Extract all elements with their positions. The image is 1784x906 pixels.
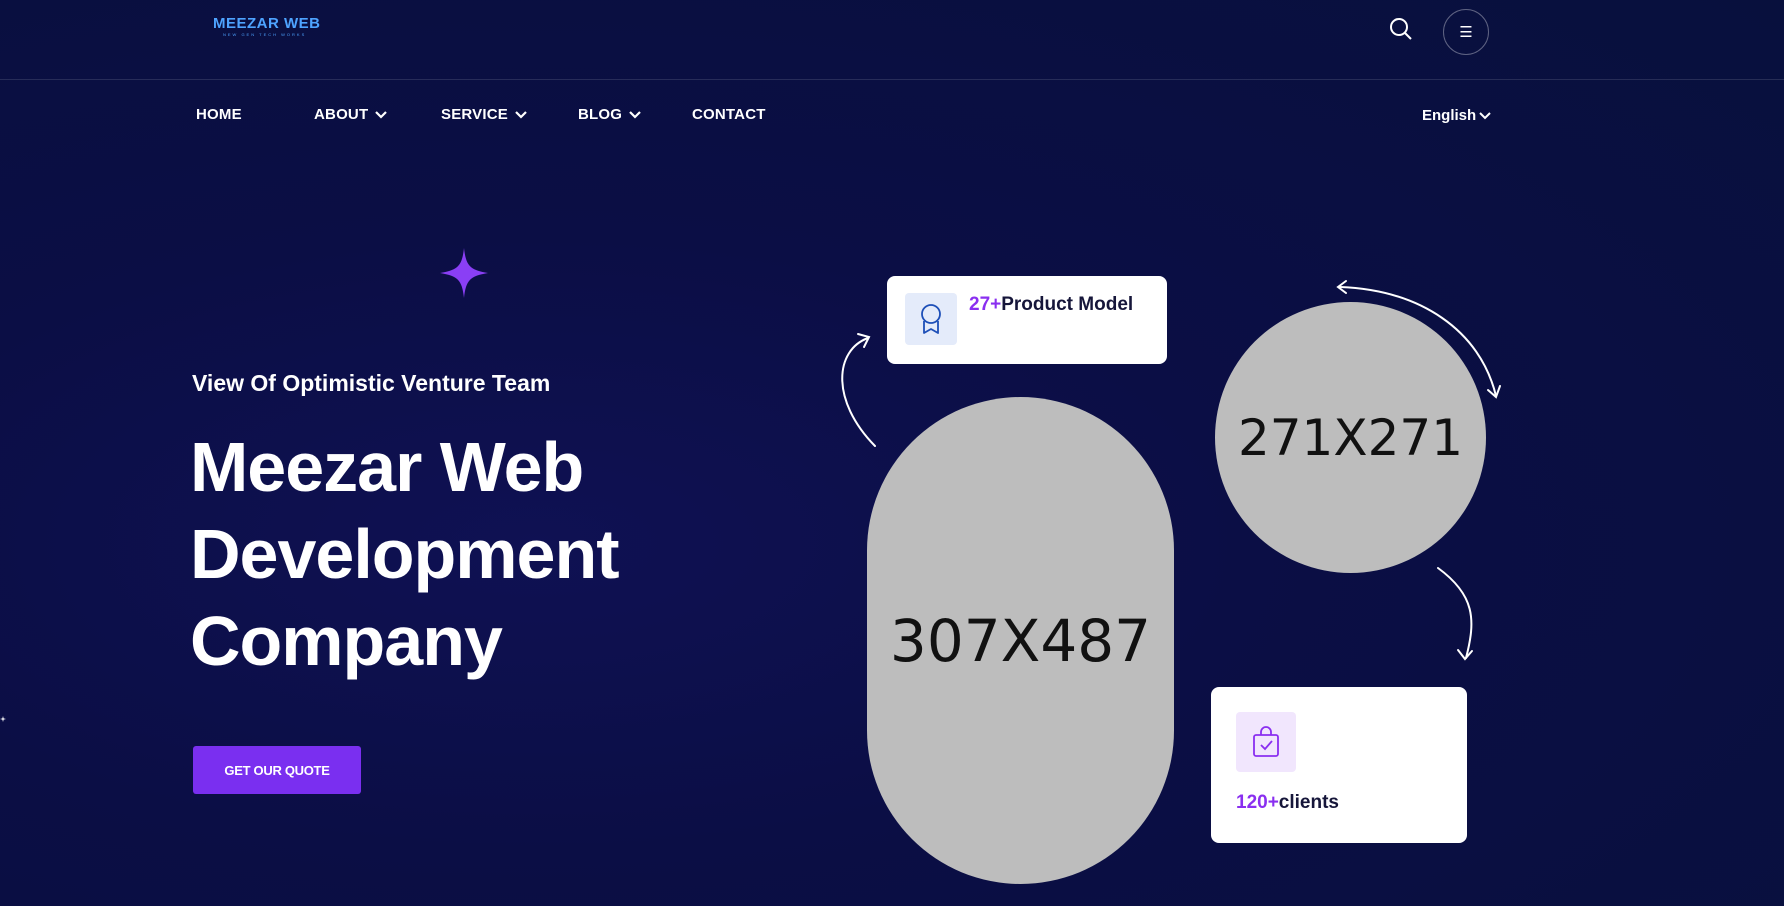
placeholder-label: 307X487 bbox=[889, 606, 1152, 675]
headline-line: Company bbox=[190, 602, 503, 680]
image-placeholder-circle: 271X271 bbox=[1215, 302, 1486, 573]
nav-label: HOME bbox=[196, 106, 242, 123]
nav-item-about[interactable]: ABOUT bbox=[314, 106, 388, 123]
clients-stat-text: 120+clients bbox=[1236, 792, 1339, 814]
nav-label: ABOUT bbox=[314, 106, 369, 123]
search-icon[interactable] bbox=[1388, 16, 1414, 42]
top-bar: MEEZAR WEB NEW GEN TECH WORKS ☰ bbox=[0, 0, 1784, 80]
arrow-head bbox=[1336, 280, 1347, 294]
hamburger-icon: ☰ bbox=[1459, 24, 1473, 41]
clients-count: 120+ bbox=[1236, 792, 1279, 813]
shopping-bag-check-icon bbox=[1236, 712, 1296, 772]
curved-arrow bbox=[1437, 567, 1473, 659]
hero-tagline: View Of Optimistic Venture Team bbox=[192, 370, 551, 396]
headline-line: Development bbox=[190, 515, 620, 593]
nav-label: SERVICE bbox=[441, 106, 508, 123]
nav-item-contact[interactable]: CONTACT bbox=[692, 106, 766, 123]
language-selector[interactable]: English bbox=[1422, 107, 1492, 124]
image-placeholder-oval: 307X487 bbox=[867, 397, 1174, 884]
product-count: 27+ bbox=[969, 294, 1002, 315]
sparkle-icon bbox=[440, 248, 488, 298]
chevron-down-icon bbox=[1479, 111, 1491, 119]
chevron-down-icon bbox=[375, 110, 388, 119]
arrow-head bbox=[857, 333, 871, 348]
product-stat-text: 27+Product Model bbox=[969, 290, 1149, 320]
arrow-head bbox=[1457, 649, 1473, 661]
product-label: Product Model bbox=[1001, 294, 1134, 315]
product-stat-card: 27+Product Model bbox=[887, 276, 1167, 364]
logo-subtext: NEW GEN TECH WORKS bbox=[223, 32, 307, 37]
award-icon bbox=[905, 293, 957, 345]
chevron-down-icon bbox=[515, 110, 527, 119]
arrow-head bbox=[1487, 385, 1501, 399]
star-icon bbox=[0, 716, 6, 722]
logo-text: MEEZAR WEB bbox=[213, 15, 321, 32]
placeholder-label: 271X271 bbox=[1237, 408, 1464, 467]
nav-label: CONTACT bbox=[692, 106, 766, 123]
chevron-down-icon bbox=[629, 110, 641, 119]
nav-label: BLOG bbox=[578, 106, 623, 123]
hero-headline: Meezar Web Development Company bbox=[190, 424, 620, 685]
nav-item-blog[interactable]: BLOG bbox=[578, 106, 642, 123]
nav-item-service[interactable]: SERVICE bbox=[441, 106, 528, 123]
nav-item-home[interactable]: HOME bbox=[196, 106, 242, 123]
get-quote-button[interactable]: GET OUR QUOTE bbox=[193, 746, 361, 794]
clients-label: clients bbox=[1278, 792, 1339, 813]
site-logo[interactable]: MEEZAR WEB NEW GEN TECH WORKS bbox=[213, 16, 323, 42]
menu-button[interactable]: ☰ bbox=[1443, 9, 1489, 55]
language-label: English bbox=[1422, 107, 1477, 124]
curved-arrow bbox=[841, 337, 876, 447]
clients-stat-card: 120+clients bbox=[1211, 687, 1467, 843]
headline-line: Meezar Web bbox=[190, 428, 584, 506]
